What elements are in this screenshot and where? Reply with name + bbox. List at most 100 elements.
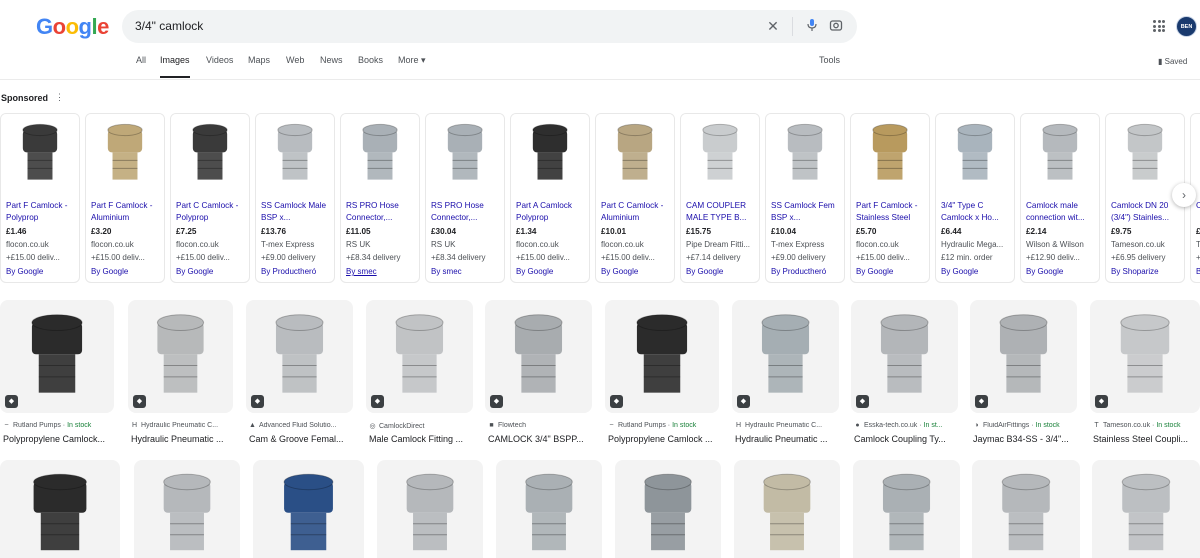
tools-button[interactable]: Tools [819,55,840,65]
result-thumbnail[interactable] [134,460,240,558]
comparison-service-link[interactable]: By Google [91,267,128,276]
comparison-service-link[interactable]: By Google [1026,267,1063,276]
comparison-service-link[interactable]: By Google [856,267,893,276]
close-icon[interactable]: ✕ [765,18,781,34]
apps-grid-icon[interactable] [1153,20,1165,32]
image-result[interactable] [972,460,1080,558]
search-input[interactable]: 3/4" camlock [135,19,203,33]
sponsored-product-card[interactable]: Part F Camlock - Stainless Steel £5.70 flo… [850,113,930,283]
sponsored-product-card[interactable]: RS PRO Hose Connector,... £30.04 RS UK +£8.… [425,113,505,283]
result-thumbnail[interactable] [1092,460,1200,558]
result-source[interactable]: ~ Rutland Pumps · In stock [608,422,732,429]
product-title[interactable]: Part F Camlock - Aluminium [91,200,163,224]
product-title[interactable]: Part A Camlock Polyprop [516,200,588,224]
tab-images[interactable]: Images [160,55,190,65]
carousel-next-button[interactable]: › [1172,183,1196,207]
result-title[interactable]: Polypropylene Camlock ... [608,434,730,444]
image-result[interactable]: ◆ T Tameson.co.uk · In stock Stainless Stee… [1090,300,1200,450]
result-thumbnail[interactable] [972,460,1080,558]
result-thumbnail[interactable]: ◆ [1090,300,1200,413]
result-source[interactable]: H Hydraulic Pneumatic C... [131,422,246,429]
image-result[interactable]: ◆ ● Esska-tech.co.uk · In st... Camlock Cou… [851,300,958,450]
result-thumbnail[interactable] [377,460,483,558]
product-image[interactable] [426,114,504,194]
sponsored-product-card[interactable]: CAM COUPLER MALE TYPE B... £15.75 Pipe Dre… [680,113,760,283]
sponsored-product-card[interactable]: Part F Camlock - Aluminium £3.20 flocon.co… [85,113,165,283]
product-title[interactable]: C [1196,200,1200,224]
tab-all[interactable]: All [136,55,146,65]
result-title[interactable]: Stainless Steel Coupli... [1093,434,1200,444]
result-title[interactable]: Polypropylene Camlock... [3,434,125,444]
sponsored-product-card[interactable]: Part C Camlock -Aluminium £10.01 flocon.co… [595,113,675,283]
tab-news[interactable]: News [320,55,343,65]
image-result[interactable] [615,460,721,558]
sponsored-product-card[interactable]: Part F Camlock - Polyprop £1.46 flocon.co.… [0,113,80,283]
avatar[interactable]: BEN CBRC [1176,16,1197,51]
product-title[interactable]: 3/4" Type C Camlock x Ho... [941,200,1013,224]
image-result[interactable] [377,460,483,558]
product-image[interactable] [596,114,674,194]
image-result[interactable]: ◆ ◎ CamlockDirect Male Camlock Fitting ... [366,300,473,450]
google-logo[interactable]: Google [36,14,109,40]
product-title[interactable]: Part F Camlock - Stainless Steel [856,200,928,224]
comparison-service-link[interactable]: By smec [431,267,462,276]
product-image[interactable] [766,114,844,194]
result-source[interactable]: ▲ Advanced Fluid Solutio... [249,422,366,429]
product-title[interactable]: Camlock male connection wit... [1026,200,1098,224]
result-source[interactable]: ◎ CamlockDirect [369,422,486,430]
result-title[interactable]: CAMLOCK 3/4" BSPP... [488,434,603,444]
result-title[interactable]: Male Camlock Fitting ... [369,434,484,444]
product-title[interactable]: RS PRO Hose Connector,... [431,200,503,224]
result-thumbnail[interactable]: ◆ [970,300,1077,413]
image-result[interactable]: ◆ ◑ FluidAirFittings · In stock Jaymac B34-… [970,300,1077,450]
comparison-service-link[interactable]: By Google [941,267,978,276]
product-image[interactable] [1,114,79,194]
sponsored-product-card[interactable]: Part C Camlock - Polyprop £7.25 flocon.co.… [170,113,250,283]
product-image[interactable] [171,114,249,194]
product-title[interactable]: SS Camlock Fem BSP x... [771,200,843,224]
product-image[interactable] [681,114,759,194]
product-title[interactable]: Part C Camlock -Aluminium [601,200,673,224]
result-source[interactable]: ■ Flowtech [488,422,605,429]
result-source[interactable]: T Tameson.co.uk · In stock [1093,422,1200,429]
saved-button[interactable]: ▮ Saved [1158,57,1187,66]
result-title[interactable]: Jaymac B34-SS - 3/4"... [973,434,1088,444]
result-title[interactable]: Hydraulic Pneumatic ... [131,434,244,444]
result-thumbnail[interactable] [496,460,602,558]
result-source[interactable]: ● Esska-tech.co.uk · In st... [854,422,971,429]
sponsored-product-card[interactable]: 3/4" Type C Camlock x Ho... £6.44 Hydrauli… [935,113,1015,283]
sponsored-product-card[interactable]: RS PRO Hose Connector,... £11.05 RS UK +£8.… [340,113,420,283]
comparison-service-link[interactable]: By Google [6,267,43,276]
sponsored-product-card[interactable]: Part A Camlock Polyprop £1.34 flocon.co.uk… [510,113,590,283]
result-source[interactable]: H Hydraulic Pneumatic C... [735,422,852,429]
tab-more[interactable]: More ▾ [398,55,426,66]
product-image[interactable] [341,114,419,194]
tab-videos[interactable]: Videos [206,55,233,65]
comparison-service-link[interactable]: By Google [516,267,553,276]
result-thumbnail[interactable]: ◆ [605,300,719,413]
image-result[interactable]: ◆ ■ Flowtech CAMLOCK 3/4" BSPP... [485,300,592,450]
comparison-service-link[interactable]: By Shoparize [1111,267,1159,276]
image-result[interactable] [0,460,120,558]
result-thumbnail[interactable] [253,460,364,558]
lens-camera-icon[interactable] [828,18,844,34]
image-result[interactable]: ◆ H Hydraulic Pneumatic C... Hydraulic Pneu… [732,300,839,450]
result-title[interactable]: Cam & Groove Femal... [249,434,364,444]
tab-web[interactable]: Web [286,55,304,65]
result-thumbnail[interactable]: ◆ [851,300,958,413]
result-thumbnail[interactable]: ◆ [366,300,473,413]
result-thumbnail[interactable]: ◆ [0,300,114,413]
comparison-service-link[interactable]: By Google [686,267,723,276]
result-thumbnail[interactable] [853,460,960,558]
result-thumbnail[interactable] [0,460,120,558]
more-vert-icon[interactable]: ⋮ [55,92,64,103]
result-thumbnail[interactable]: ◆ [128,300,233,413]
result-title[interactable]: Camlock Coupling Ty... [854,434,969,444]
search-box[interactable]: 3/4" camlock ✕ [122,10,857,43]
image-result[interactable] [853,460,960,558]
image-result[interactable]: ◆ ~ Rutland Pumps · In stock Polypropylene … [0,300,114,450]
image-result[interactable] [734,460,840,558]
result-thumbnail[interactable] [615,460,721,558]
product-image[interactable] [1106,114,1184,194]
comparison-service-link[interactable]: By Google [601,267,638,276]
